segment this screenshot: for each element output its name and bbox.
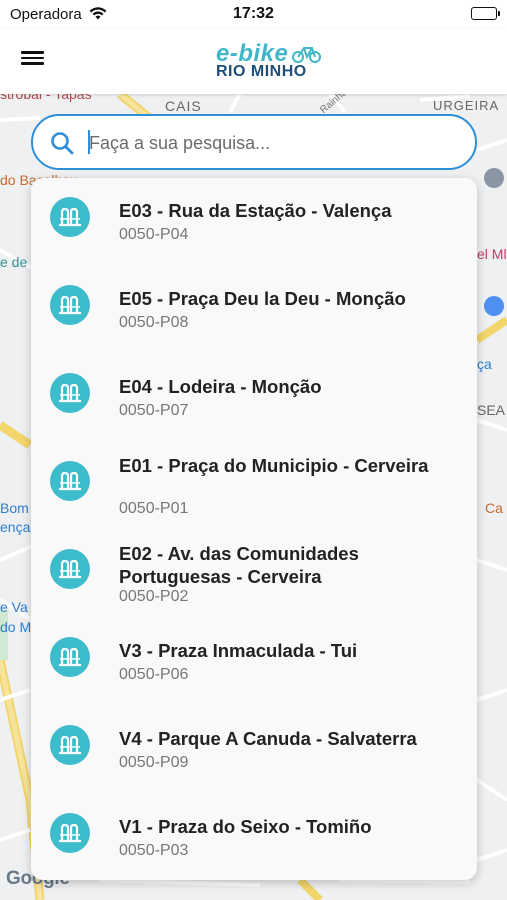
app-header: e-bike RIO MINHO (0, 28, 507, 94)
map-label: CAIS (165, 98, 202, 114)
bike-station-icon (50, 549, 90, 589)
station-name: V1 - Praza do Seixo - Tomiño (119, 816, 372, 837)
search-bar[interactable] (31, 114, 477, 170)
map-label: ença (0, 519, 31, 535)
station-result-item[interactable]: E05 - Praça Deu la Deu - Monção 0050-P08 (31, 266, 477, 354)
station-result-item[interactable]: E02 - Av. das Comunidades Portuguesas - … (31, 530, 477, 618)
station-name: V4 - Parque A Canuda - Salvaterra (119, 728, 417, 749)
logo-riominho-text: RIO MINHO (216, 63, 307, 80)
status-bar: Operadora 17:32 (0, 0, 507, 28)
search-icon (51, 132, 74, 155)
station-name: V3 - Praza Inmaculada - Tui (119, 640, 358, 661)
map-label: URGEIRA (433, 98, 500, 113)
station-code: 0050-P09 (119, 754, 189, 771)
map-label: do M (0, 619, 32, 635)
bike-station-icon (50, 725, 90, 765)
map-label: SEA (477, 402, 506, 418)
bike-station-icon (50, 637, 90, 677)
station-result-item[interactable]: V3 - Praza Inmaculada - Tui 0050-P06 (31, 618, 477, 706)
bike-station-icon (50, 373, 90, 413)
station-result-item[interactable]: V1 - Praza do Seixo - Tomiño 0050-P03 (31, 794, 477, 880)
bike-station-icon (50, 197, 90, 237)
map-label: strobal - Tapas (0, 94, 92, 102)
station-result-item[interactable]: V4 - Parque A Canuda - Salvaterra 0050-P… (31, 706, 477, 794)
text-cursor (88, 130, 90, 154)
station-result-item[interactable]: E01 - Praça do Municipio - Cerveira 0050… (31, 442, 477, 530)
station-name: E05 - Praça Deu la Deu - Monção (119, 288, 406, 309)
station-name: E01 - Praça do Municipio - Cerveira (119, 455, 429, 476)
map-label: el Ml (477, 246, 507, 262)
station-code: 0050-P01 (119, 500, 189, 517)
map-label: Bom (0, 500, 29, 516)
station-code: 0050-P03 (119, 842, 189, 859)
station-code: 0050-P08 (119, 314, 189, 331)
station-result-item[interactable]: E04 - Lodeira - Monção 0050-P07 (31, 354, 477, 442)
map-label: ça (477, 356, 492, 372)
logo-bike-icon (292, 47, 321, 63)
map-label: e Va (0, 599, 28, 615)
station-name: E02 - Av. das Comunidades Portuguesas - … (119, 543, 359, 587)
map-label: Ca (485, 500, 503, 516)
bike-station-icon (50, 813, 90, 853)
station-code: 0050-P02 (119, 588, 189, 605)
app-logo: e-bike RIO MINHO (212, 40, 324, 86)
clock: 17:32 (233, 5, 274, 22)
battery-icon (471, 7, 500, 20)
station-name: E04 - Lodeira - Monção (119, 376, 322, 397)
station-name: E03 - Rua da Estação - Valença (119, 200, 392, 221)
hamburger-menu-icon[interactable] (20, 48, 50, 74)
search-results-dropdown: E03 - Rua da Estação - Valença 0050-P04 … (31, 178, 477, 880)
bike-station-icon (50, 461, 90, 501)
station-code: 0050-P07 (119, 402, 189, 419)
bike-station-icon (50, 285, 90, 325)
station-code: 0050-P06 (119, 666, 189, 683)
station-code: 0050-P04 (119, 226, 189, 243)
search-input[interactable] (89, 128, 459, 158)
station-result-item[interactable]: E03 - Rua da Estação - Valença 0050-P04 (31, 178, 477, 266)
